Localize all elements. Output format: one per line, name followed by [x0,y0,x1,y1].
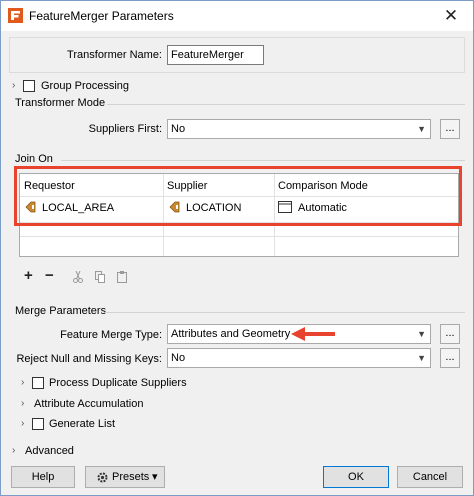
transformer-name-input[interactable]: FeatureMerger [167,45,264,65]
join-on-divider [61,160,465,161]
transformer-mode-section-label: Transformer Mode [15,97,106,109]
join-on-section-label: Join On [15,153,53,165]
chevron-right-icon[interactable]: › [21,398,24,409]
reject-null-value: No [171,352,186,364]
reject-null-label: Reject Null and Missing Keys: [16,353,162,365]
highlight-box [14,166,462,226]
row-separator [20,236,458,237]
ok-button[interactable]: OK [323,466,389,488]
paste-icon[interactable] [117,271,127,283]
suppliers-first-ellipsis-button[interactable]: ... [440,119,460,139]
process-duplicate-label: Process Duplicate Suppliers [49,377,187,389]
close-icon[interactable]: ✕ [433,3,469,29]
chevron-down-icon: ▾ [152,471,158,483]
chevron-down-icon: ▼ [417,353,426,363]
merge-parameters-section-label: Merge Parameters [15,305,107,317]
cancel-button[interactable]: Cancel [397,466,463,488]
chevron-down-icon: ▼ [417,329,426,339]
transformer-name-label: Transformer Name: [67,49,162,61]
suppliers-first-value: No [171,123,186,135]
group-processing-checkbox[interactable] [23,80,35,92]
suppliers-first-select[interactable]: No ▼ [167,119,431,139]
chevron-right-icon[interactable]: › [21,377,24,388]
chevron-right-icon[interactable]: › [12,445,15,456]
chevron-down-icon: ▼ [417,124,426,134]
copy-icon[interactable] [95,271,106,283]
help-button[interactable]: Help [11,466,75,488]
generate-list-label: Generate List [49,418,116,430]
attribute-accumulation-label[interactable]: Attribute Accumulation [34,398,143,410]
feature-merge-type-ellipsis-button[interactable]: ... [440,324,460,344]
advanced-label[interactable]: Advanced [25,445,74,457]
red-arrow-annotation [291,327,335,341]
transformer-mode-divider [107,104,465,105]
generate-list-checkbox[interactable] [32,418,44,430]
title-bar: FeatureMerger Parameters ✕ [1,1,473,31]
dialog-window: FeatureMerger Parameters ✕ Transformer N… [0,0,474,496]
add-row-icon[interactable]: + [24,267,33,284]
process-duplicate-checkbox[interactable] [32,377,44,389]
presets-label: Presets [112,471,150,483]
feature-merge-type-value: Attributes and Geometry [171,328,291,340]
merge-parameters-divider [105,312,465,313]
suppliers-first-label: Suppliers First: [88,123,162,135]
window-title: FeatureMerger Parameters [29,9,174,23]
reject-null-ellipsis-button[interactable]: ... [440,348,460,368]
presets-button[interactable]: Presets ▾ [85,466,165,488]
chevron-right-icon[interactable]: › [21,418,24,429]
reject-null-select[interactable]: No ▼ [167,348,431,368]
chevron-right-icon[interactable]: › [12,80,15,91]
gear-icon [97,472,108,483]
feature-merge-type-label: Feature Merge Type: [60,329,162,341]
cut-icon[interactable] [73,271,83,283]
group-processing-label: Group Processing [41,80,130,92]
remove-row-icon[interactable]: − [45,267,54,284]
fme-app-icon [8,8,23,23]
